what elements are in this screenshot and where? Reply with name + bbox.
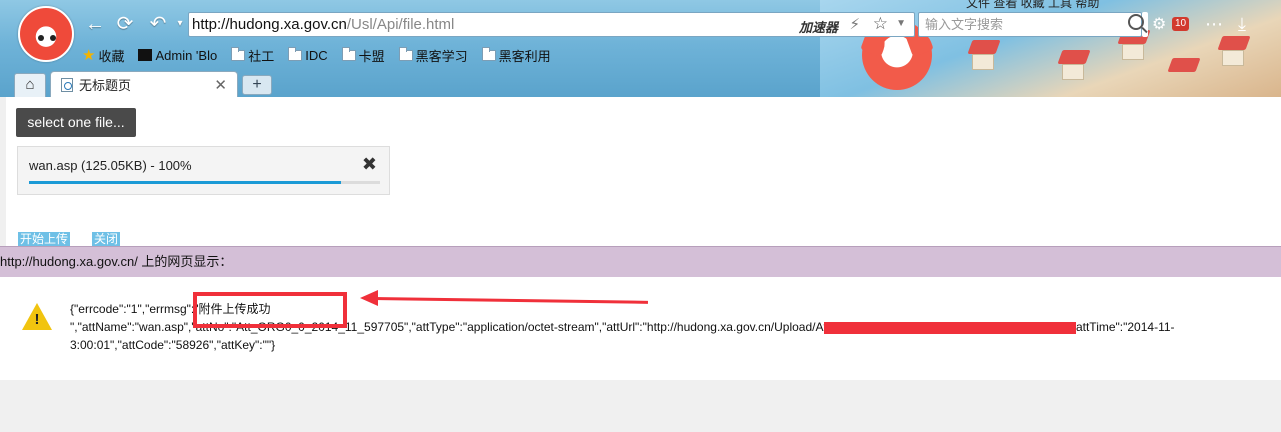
search-input[interactable]: 输入文字搜索 — [918, 12, 1142, 37]
browser-toolbar: ← ⟳ ↶ ▾ http://hudong.xa.gov.cn/Usl/Api/… — [0, 0, 1281, 97]
remove-file-icon[interactable]: ✖ — [362, 154, 377, 175]
tab-title: 无标题页 — [79, 78, 132, 93]
dialog-footer — [0, 380, 1281, 432]
search-icon[interactable] — [1128, 14, 1144, 30]
bookmark-folder-sheguang[interactable]: 社工 — [231, 46, 274, 65]
refresh-icon[interactable]: ⟳ — [113, 12, 137, 36]
back-arrow-icon[interactable]: ← — [83, 12, 107, 36]
top-menu-bar[interactable]: 文件 查看 收藏 工具 帮助 — [966, 0, 1099, 11]
alert-dialog-body: ! {"errcode":"1","errmsg":"附件上传成功 ","att… — [0, 277, 1281, 380]
download-icon[interactable]: ⤓ — [1238, 14, 1246, 35]
folder-icon — [481, 46, 496, 61]
more-icon[interactable]: ⋯ — [1205, 14, 1223, 35]
notification-badge[interactable]: 10 — [1172, 17, 1190, 31]
alert-message-line-3: 3:00:01","attCode":"58926","attKey":""} — [70, 338, 276, 352]
annotation-arrow-head — [360, 290, 378, 306]
undo-icon[interactable]: ↶ — [146, 12, 170, 36]
close-tab-icon[interactable]: ✕ — [214, 76, 227, 94]
url-path: /Usl/Api/file.html — [346, 16, 455, 33]
bookmark-folder-idc[interactable]: IDC — [288, 46, 328, 63]
page-icon — [61, 77, 73, 92]
home-icon[interactable]: ⌂ — [14, 73, 46, 97]
tab-bar: ⌂ 无标题页 ✕ + — [0, 70, 1281, 97]
start-upload-link[interactable]: 开始上传 — [18, 232, 71, 246]
redaction-bar — [824, 322, 1076, 334]
admin-icon — [138, 49, 153, 61]
folder-icon — [398, 46, 413, 61]
upload-progress-bar — [29, 181, 380, 184]
address-dropdown-icon[interactable]: ▼ — [896, 18, 906, 29]
file-upload-item: wan.asp (125.05KB) - 100% ✖ — [17, 146, 390, 195]
alert-dialog-title: http://hudong.xa.gov.cn/ 上的网页显示： — [0, 246, 1281, 277]
tab-untitled[interactable]: 无标题页 ✕ — [50, 71, 238, 97]
bookmark-favorites[interactable]: ★ 收藏 — [82, 46, 124, 65]
bookmark-folder-hacker-use[interactable]: 黑客利用 — [481, 46, 551, 65]
bookmark-admin[interactable]: Admin 'Blo — [138, 48, 217, 63]
folder-icon — [231, 46, 246, 61]
favorite-star-icon[interactable]: ☆ — [873, 14, 888, 34]
bookmark-folder-kameng[interactable]: 卡盟 — [341, 46, 385, 65]
lightning-icon[interactable]: ⚡︎ — [849, 15, 860, 33]
annotation-highlight-box — [193, 292, 347, 328]
folder-icon — [288, 46, 303, 61]
puzzle-icon[interactable]: ⚙ — [1152, 14, 1166, 34]
upload-progress-fill — [29, 181, 342, 184]
select-file-button[interactable]: select one file... — [16, 108, 136, 137]
folder-icon — [341, 46, 356, 61]
file-name-label: wan.asp (125.05KB) - 100% — [29, 158, 192, 173]
url-host: http://hudong.xa.gov.cn — [192, 16, 347, 33]
bookmarks-bar: ★ 收藏 Admin 'Blo 社工 IDC 卡盟 黑客学习 黑客利用 — [82, 44, 551, 66]
close-link[interactable]: 关闭 — [92, 232, 121, 246]
address-bar[interactable]: http://hudong.xa.gov.cn/Usl/Api/file.htm… — [188, 12, 915, 37]
new-tab-button[interactable]: + — [242, 75, 272, 95]
accelerator-label[interactable]: 加速器 — [799, 17, 838, 36]
browser-logo-icon[interactable] — [18, 6, 74, 62]
star-icon: ★ — [82, 47, 96, 64]
page-content: select one file... wan.asp (125.05KB) - … — [6, 97, 1281, 246]
bookmark-folder-hacker-learn[interactable]: 黑客学习 — [398, 46, 468, 65]
